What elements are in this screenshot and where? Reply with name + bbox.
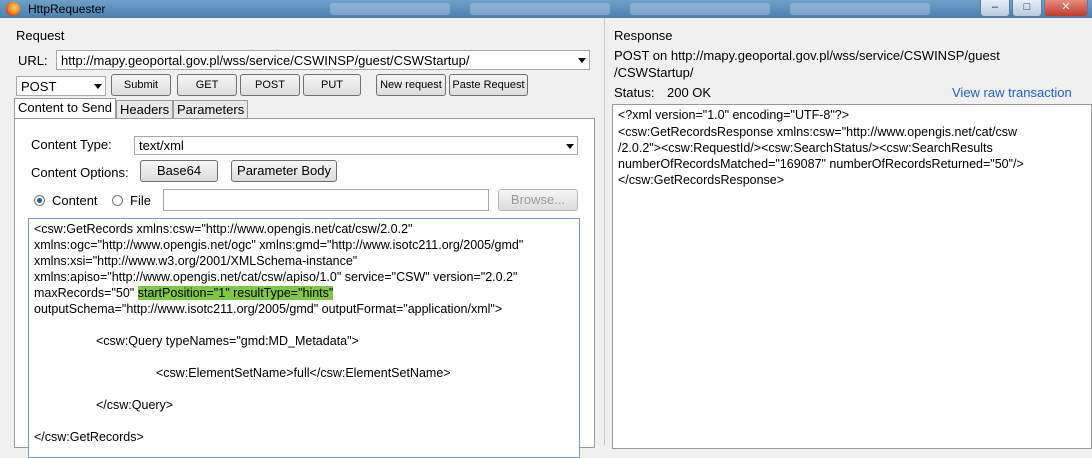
request-body-line: maxRecords="50" startPosition="1" result… xyxy=(34,286,334,300)
tab-headers[interactable]: Headers xyxy=(116,100,174,118)
status-label: Status: xyxy=(614,85,655,100)
request-body-line: <csw:Query typeNames="gmd:MD_Metadata"> xyxy=(96,334,359,348)
request-body-line: xmlns:ogc="http://www.opengis.net/ogc" x… xyxy=(34,238,524,252)
file-radio-label: File xyxy=(130,193,151,208)
new-request-button[interactable]: New request xyxy=(376,74,446,96)
firefox-icon xyxy=(6,2,20,16)
request-body-line: xmlns:xsi="http://www.w3.org/2001/XMLSch… xyxy=(34,254,358,268)
request-body-text: maxRecords="50" xyxy=(34,286,138,300)
background-tab xyxy=(330,3,450,15)
minimize-button[interactable]: – xyxy=(980,0,1010,17)
content-radio-label: Content xyxy=(52,193,98,208)
background-tab xyxy=(790,3,930,15)
response-body[interactable] xyxy=(612,104,1092,449)
url-value: http://mapy.geoportal.gov.pl/wss/service… xyxy=(61,53,470,68)
base64-button[interactable]: Base64 xyxy=(140,160,218,182)
get-button[interactable]: GET xyxy=(177,74,237,96)
content-type-select[interactable]: text/xml xyxy=(134,136,578,155)
response-section-label: Response xyxy=(614,28,673,43)
close-button[interactable]: ✕ xyxy=(1044,0,1088,17)
content-type-value: text/xml xyxy=(139,138,184,153)
background-tab xyxy=(630,3,770,15)
window-title: HttpRequester xyxy=(28,2,106,16)
response-body-line: </csw:GetRecordsResponse> xyxy=(618,173,785,187)
response-post-line: POST on http://mapy.geoportal.gov.pl/wss… xyxy=(614,48,1000,63)
response-body-line: numberOfRecordsMatched="169087" numberOf… xyxy=(618,157,1024,171)
request-body-line: outputSchema="http://www.isotc211.org/20… xyxy=(34,302,503,316)
response-body-line: <csw:GetRecordsResponse xmlns:csw="http:… xyxy=(618,125,1018,139)
tab-content-to-send[interactable]: Content to Send xyxy=(14,98,116,118)
title-bar: HttpRequester – □ ✕ xyxy=(0,0,1092,18)
put-button[interactable]: PUT xyxy=(303,74,361,96)
maximize-button[interactable]: □ xyxy=(1012,0,1042,17)
response-body-line: /2.0.2"><csw:RequestId/><csw:SearchStatu… xyxy=(618,141,993,155)
file-path-input[interactable] xyxy=(163,189,489,211)
request-body-line: <csw:GetRecords xmlns:csw="http://www.op… xyxy=(34,222,413,236)
post-button[interactable]: POST xyxy=(240,74,300,96)
chevron-down-icon xyxy=(566,144,574,149)
content-radio[interactable] xyxy=(34,195,45,206)
url-label: URL: xyxy=(18,53,48,68)
paste-request-button[interactable]: Paste Request xyxy=(449,74,528,96)
content-type-label: Content Type: xyxy=(31,137,112,152)
file-radio[interactable] xyxy=(112,195,123,206)
request-body-line: xmlns:apiso="http://www.opengis.net/cat/… xyxy=(34,270,518,284)
request-section-label: Request xyxy=(16,28,65,43)
background-tab xyxy=(470,3,610,15)
chevron-down-icon[interactable] xyxy=(578,58,586,63)
view-raw-transaction-link[interactable]: View raw transaction xyxy=(952,85,1072,100)
request-body-line: </csw:GetRecords> xyxy=(34,430,144,444)
parameter-body-button[interactable]: Parameter Body xyxy=(231,160,337,182)
url-input[interactable]: http://mapy.geoportal.gov.pl/wss/service… xyxy=(56,50,590,70)
method-value: POST xyxy=(21,79,57,94)
response-post-line: /CSWStartup/ xyxy=(614,65,694,80)
status-value: 200 OK xyxy=(667,85,712,100)
request-body-line: <csw:ElementSetName>full</csw:ElementSet… xyxy=(156,366,451,380)
request-body-line: </csw:Query> xyxy=(96,398,174,412)
submit-button[interactable]: Submit xyxy=(111,74,171,96)
browse-button[interactable]: Browse... xyxy=(498,189,578,211)
chevron-down-icon xyxy=(94,84,102,89)
highlighted-text: startPosition="1" resultType="hints" xyxy=(137,286,334,300)
pane-divider[interactable] xyxy=(604,18,605,445)
response-body-line: <?xml version="1.0" encoding="UTF-8"?> xyxy=(618,108,850,122)
method-select[interactable]: POST xyxy=(16,76,106,96)
tab-parameters[interactable]: Parameters xyxy=(173,100,249,118)
content-options-label: Content Options: xyxy=(31,165,129,180)
